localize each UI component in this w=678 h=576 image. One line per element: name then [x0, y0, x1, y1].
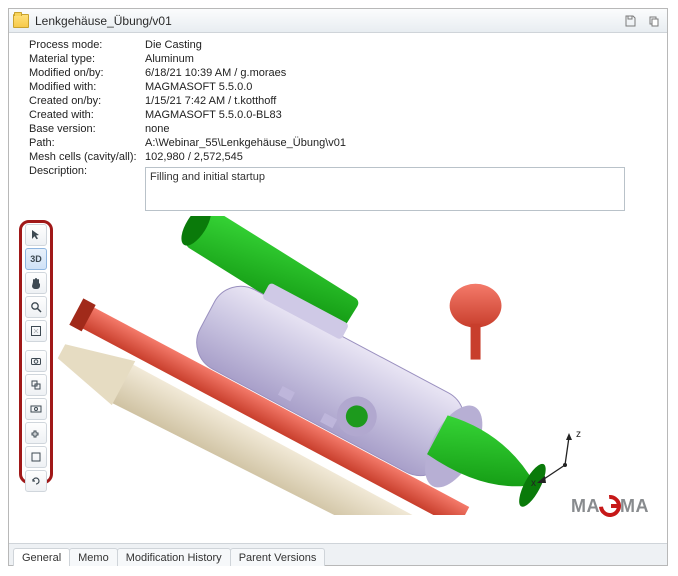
- tab-parent-versions[interactable]: Parent Versions: [230, 548, 326, 566]
- titlebar: Lenkgehäuse_Übung/v01: [9, 9, 667, 33]
- reset-icon[interactable]: [25, 470, 47, 492]
- mesh-cells-value: 102,980 / 2,572,545: [145, 151, 659, 163]
- parallel-view-icon[interactable]: [25, 374, 47, 396]
- rotate-3d-icon[interactable]: 3D: [25, 248, 47, 270]
- created-with-label: Created with:: [29, 109, 139, 121]
- section-icon[interactable]: [25, 422, 47, 444]
- pointer-icon[interactable]: [25, 224, 47, 246]
- perspective-view-icon[interactable]: [25, 398, 47, 420]
- properties-grid: Process mode: Die Casting Material type:…: [9, 33, 667, 216]
- base-version-value: none: [145, 123, 659, 135]
- process-mode-value: Die Casting: [145, 39, 659, 51]
- created-onby-label: Created on/by:: [29, 95, 139, 107]
- created-onby-value: 1/15/21 7:42 AM / t.kotthoff: [145, 95, 659, 107]
- fit-view-icon[interactable]: [25, 320, 47, 342]
- modified-with-value: MAGMASOFT 5.5.0.0: [145, 81, 659, 93]
- viewer-area[interactable]: 3D: [9, 216, 667, 543]
- pan-hand-icon[interactable]: [25, 272, 47, 294]
- zoom-icon[interactable]: [25, 296, 47, 318]
- model-render: [9, 216, 667, 515]
- camera-view-icon[interactable]: [25, 350, 47, 372]
- path-label: Path:: [29, 137, 139, 149]
- tab-general[interactable]: General: [13, 548, 70, 566]
- modified-with-label: Modified with:: [29, 81, 139, 93]
- description-input[interactable]: [145, 167, 625, 211]
- modified-onby-label: Modified on/by:: [29, 67, 139, 79]
- save-icon[interactable]: [621, 13, 639, 29]
- tab-modification-history[interactable]: Modification History: [117, 548, 231, 566]
- created-with-value: MAGMASOFT 5.5.0.0-BL83: [145, 109, 659, 121]
- content-area: Process mode: Die Casting Material type:…: [9, 33, 667, 565]
- path-value: A:\Webinar_55\Lenkgehäuse_Übung\v01: [145, 137, 659, 149]
- tabstrip: General Memo Modification History Parent…: [9, 543, 667, 565]
- mesh-cells-label: Mesh cells (cavity/all):: [29, 151, 139, 163]
- process-mode-label: Process mode:: [29, 39, 139, 51]
- base-version-label: Base version:: [29, 123, 139, 135]
- wireframe-icon[interactable]: [25, 446, 47, 468]
- project-info-window: Lenkgehäuse_Übung/v01 Process mode: Die …: [8, 8, 668, 566]
- material-type-value: Aluminum: [145, 53, 659, 65]
- window-title: Lenkgehäuse_Übung/v01: [35, 14, 615, 28]
- folder-icon: [13, 14, 29, 28]
- viewer-toolbar: 3D: [25, 224, 53, 492]
- copy-icon[interactable]: [645, 13, 663, 29]
- tab-memo[interactable]: Memo: [69, 548, 118, 566]
- description-label: Description:: [29, 165, 139, 214]
- material-type-label: Material type:: [29, 53, 139, 65]
- modified-onby-value: 6/18/21 10:39 AM / g.moraes: [145, 67, 659, 79]
